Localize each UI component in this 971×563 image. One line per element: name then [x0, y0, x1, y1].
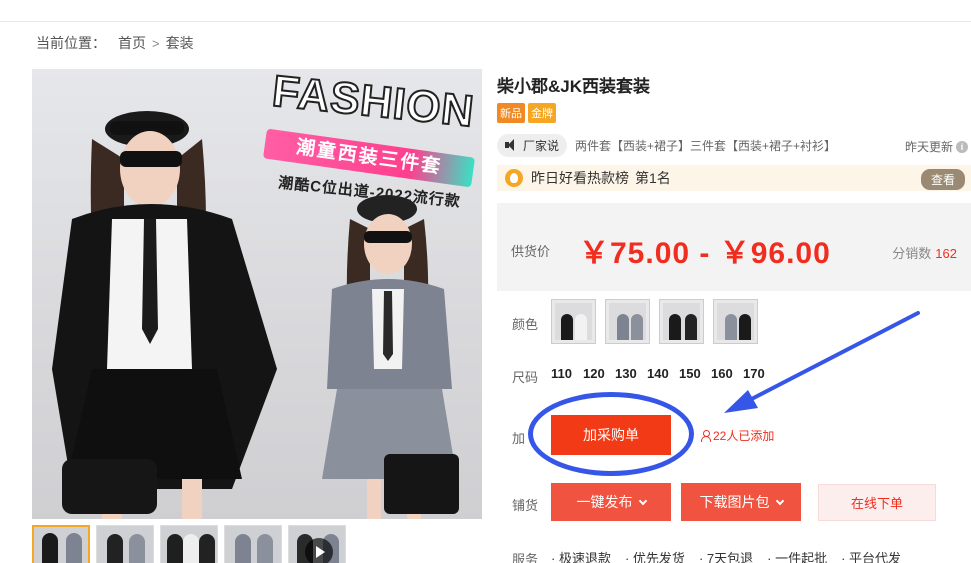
service-list: 极速退款 优先发货 7天包退 一件起批 平台代发 [551, 548, 901, 563]
service-item: 7天包退 [699, 548, 753, 563]
download-images-label: 下载图片包 [699, 494, 770, 510]
chevron-down-icon [775, 496, 784, 506]
service-item: 优先发货 [625, 548, 685, 563]
one-click-publish-button[interactable]: 一键发布 [551, 483, 671, 521]
service-item: 极速退款 [551, 548, 611, 563]
download-images-button[interactable]: 下载图片包 [681, 483, 801, 521]
service-item: 平台代发 [841, 548, 901, 563]
publish-label: 铺货 [512, 498, 539, 513]
chevron-down-icon [638, 496, 647, 506]
service-label: 服务 [512, 552, 539, 563]
one-click-publish-label: 一键发布 [576, 494, 633, 510]
service-item: 一件起批 [767, 548, 827, 563]
online-order-button[interactable]: 在线下单 [818, 484, 936, 521]
annotation-arrow [724, 311, 920, 413]
